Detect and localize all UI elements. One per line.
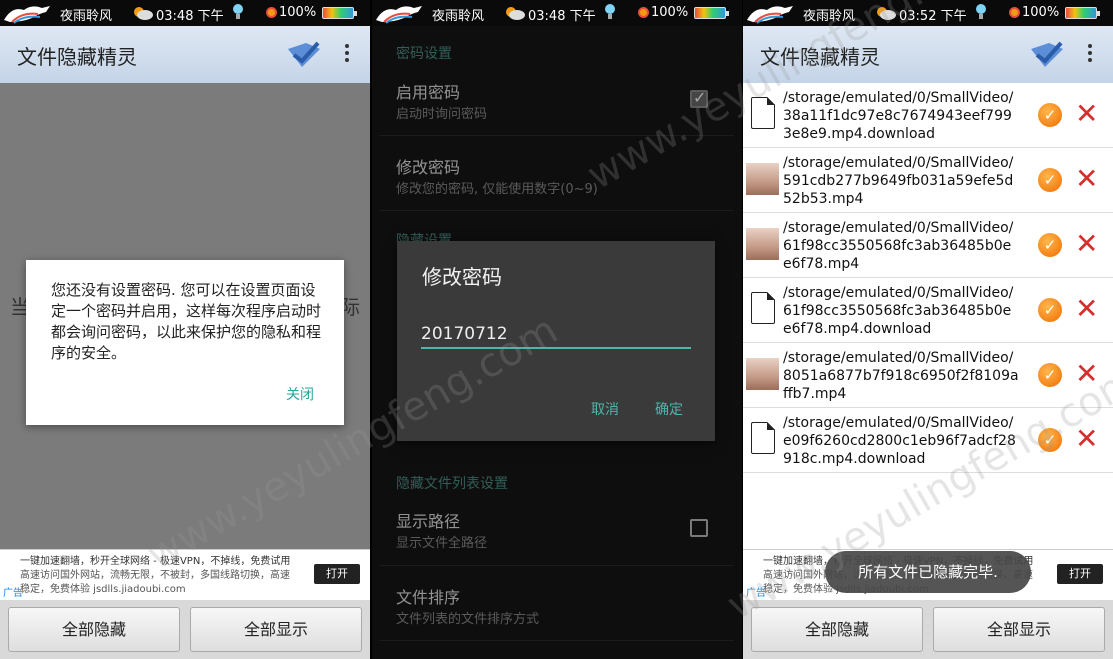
delete-icon[interactable]: ✕ xyxy=(1075,359,1103,389)
bulb-icon xyxy=(233,4,243,19)
hidden-check-icon[interactable]: ✓ xyxy=(1038,233,1062,257)
screen-file-list: 夜雨聆风 03:52 下午 100% 文件隐藏精灵 /storage/emula… xyxy=(743,0,1113,659)
power-saver-icon xyxy=(266,7,277,18)
file-path: /storage/emulated/0/SmallVideo/591cdb277… xyxy=(783,155,1014,207)
file-row[interactable]: /storage/emulated/0/SmallVideo/61f98cc35… xyxy=(743,213,1113,278)
battery-icon xyxy=(322,7,357,19)
toast-message: 所有文件已隐藏完毕. xyxy=(825,551,1031,593)
hidden-check-icon[interactable]: ✓ xyxy=(1038,168,1062,192)
ad-line: 高速访问国外网站，流畅无限，不被封，多国线路切换，高速 xyxy=(20,570,290,581)
screen-settings: 夜雨聆风 03:48 下午 100% 密码设置 启用密码 启动时询问密码 修改密… xyxy=(372,0,742,659)
file-path: /storage/emulated/0/SmallVideo/61f98cc35… xyxy=(783,220,1014,272)
hidden-check-icon[interactable]: ✓ xyxy=(1038,363,1062,387)
power-saver-icon xyxy=(638,7,649,18)
file-path: /storage/emulated/0/SmallVideo/61f98cc35… xyxy=(783,285,1014,337)
cloud-weather-icon xyxy=(506,7,525,20)
change-password-dialog: 修改密码 取消 确定 xyxy=(397,241,715,441)
brand-name: 夜雨聆风 xyxy=(432,9,485,24)
status-bar: 夜雨聆风 03:48 下午 100% xyxy=(0,0,370,26)
battery-percent: 100% xyxy=(651,5,689,20)
file-icon xyxy=(751,292,775,324)
hide-all-button[interactable]: 全部隐藏 xyxy=(751,607,923,652)
cloud-weather-icon xyxy=(877,7,896,20)
screen-no-password: 夜雨聆风 03:48 下午 100% 文件隐藏精灵 当 际 您还没有设置密码. … xyxy=(0,0,370,659)
status-bar: 夜雨聆风 03:48 下午 100% xyxy=(372,0,742,26)
battery-icon xyxy=(1065,7,1100,19)
horse-logo-icon xyxy=(747,6,793,24)
file-row[interactable]: /storage/emulated/0/SmallVideo/61f98cc35… xyxy=(743,278,1113,343)
ad-tag: 广告 xyxy=(746,588,766,599)
clock: 03:48 下午 xyxy=(528,9,596,24)
ad-tag: 广告 xyxy=(3,588,23,599)
ad-banner[interactable]: 一键加速翻墙，秒开全球网络 - 极速VPN，不掉线，免费试用 高速访问国外网站，… xyxy=(0,549,370,600)
hidden-check-icon[interactable]: ✓ xyxy=(1038,298,1062,322)
bulb-icon xyxy=(976,4,986,19)
battery-percent: 100% xyxy=(1022,5,1060,20)
file-row[interactable]: /storage/emulated/0/SmallVideo/e09f6260c… xyxy=(743,408,1113,473)
ad-open-button[interactable]: 打开 xyxy=(1057,564,1103,584)
ad-line: 稳定，免费体验 jsdlls.jiadoubi.com xyxy=(20,584,186,595)
horse-logo-icon xyxy=(376,6,422,24)
hidden-check-icon[interactable]: ✓ xyxy=(1038,103,1062,127)
hide-all-button[interactable]: 全部隐藏 xyxy=(8,607,180,652)
app-title: 文件隐藏精灵 xyxy=(17,45,137,69)
file-path: /storage/emulated/0/SmallVideo/38a11f1dc… xyxy=(783,90,1014,142)
file-row[interactable]: /storage/emulated/0/SmallVideo/8051a6877… xyxy=(743,343,1113,408)
file-row[interactable]: /storage/emulated/0/SmallVideo/591cdb277… xyxy=(743,148,1113,213)
clock: 03:48 下午 xyxy=(156,9,224,24)
show-all-button[interactable]: 全部显示 xyxy=(190,607,362,652)
delete-icon[interactable]: ✕ xyxy=(1075,99,1103,129)
cancel-button[interactable]: 取消 xyxy=(591,399,619,419)
bottom-button-bar: 全部隐藏 全部显示 xyxy=(743,600,1113,659)
status-bar: 夜雨聆风 03:52 下午 100% xyxy=(743,0,1113,26)
confirm-button[interactable]: 确定 xyxy=(655,399,683,419)
no-password-dialog: 您还没有设置密码. 您可以在设置页面设定一个密码并启用，这样每次程序启动时都会询… xyxy=(26,260,344,425)
battery-percent: 100% xyxy=(279,5,317,20)
password-input[interactable] xyxy=(421,321,691,349)
file-path: /storage/emulated/0/SmallVideo/8051a6877… xyxy=(783,350,1019,402)
brand-name: 夜雨聆风 xyxy=(803,9,856,24)
hidden-check-icon[interactable]: ✓ xyxy=(1038,428,1062,452)
video-thumbnail xyxy=(746,358,779,390)
delete-icon[interactable]: ✕ xyxy=(1075,294,1103,324)
folder-check-icon[interactable] xyxy=(286,39,322,69)
file-icon xyxy=(751,422,775,454)
file-path: /storage/emulated/0/SmallVideo/e09f6260c… xyxy=(783,415,1016,467)
app-bar: 文件隐藏精灵 xyxy=(0,26,370,83)
horse-logo-icon xyxy=(4,6,50,24)
file-icon xyxy=(751,97,775,129)
overflow-menu-icon[interactable] xyxy=(342,44,352,66)
cloud-weather-icon xyxy=(134,7,153,20)
video-thumbnail xyxy=(746,163,779,195)
brand-name: 夜雨聆风 xyxy=(60,9,113,24)
dialog-message: 您还没有设置密码. 您可以在设置页面设定一个密码并启用，这样每次程序启动时都会询… xyxy=(51,281,322,362)
ad-open-button[interactable]: 打开 xyxy=(314,564,360,584)
delete-icon[interactable]: ✕ xyxy=(1075,229,1103,259)
clock: 03:52 下午 xyxy=(899,9,967,24)
overflow-menu-icon[interactable] xyxy=(1085,44,1095,66)
battery-icon xyxy=(694,7,729,19)
dialog-title: 修改密码 xyxy=(422,265,502,289)
bulb-icon xyxy=(605,4,615,19)
delete-icon[interactable]: ✕ xyxy=(1075,164,1103,194)
power-saver-icon xyxy=(1009,7,1020,18)
close-button[interactable]: 关闭 xyxy=(286,384,314,404)
ad-line: 一键加速翻墙，秒开全球网络 - 极速VPN，不掉线，免费试用 xyxy=(20,556,291,567)
app-bar: 文件隐藏精灵 xyxy=(743,26,1113,83)
delete-icon[interactable]: ✕ xyxy=(1075,424,1103,454)
file-row[interactable]: /storage/emulated/0/SmallVideo/38a11f1dc… xyxy=(743,83,1113,148)
app-title: 文件隐藏精灵 xyxy=(760,45,880,69)
show-all-button[interactable]: 全部显示 xyxy=(933,607,1105,652)
folder-check-icon[interactable] xyxy=(1029,39,1065,69)
bottom-button-bar: 全部隐藏 全部显示 xyxy=(0,600,370,659)
video-thumbnail xyxy=(746,228,779,260)
